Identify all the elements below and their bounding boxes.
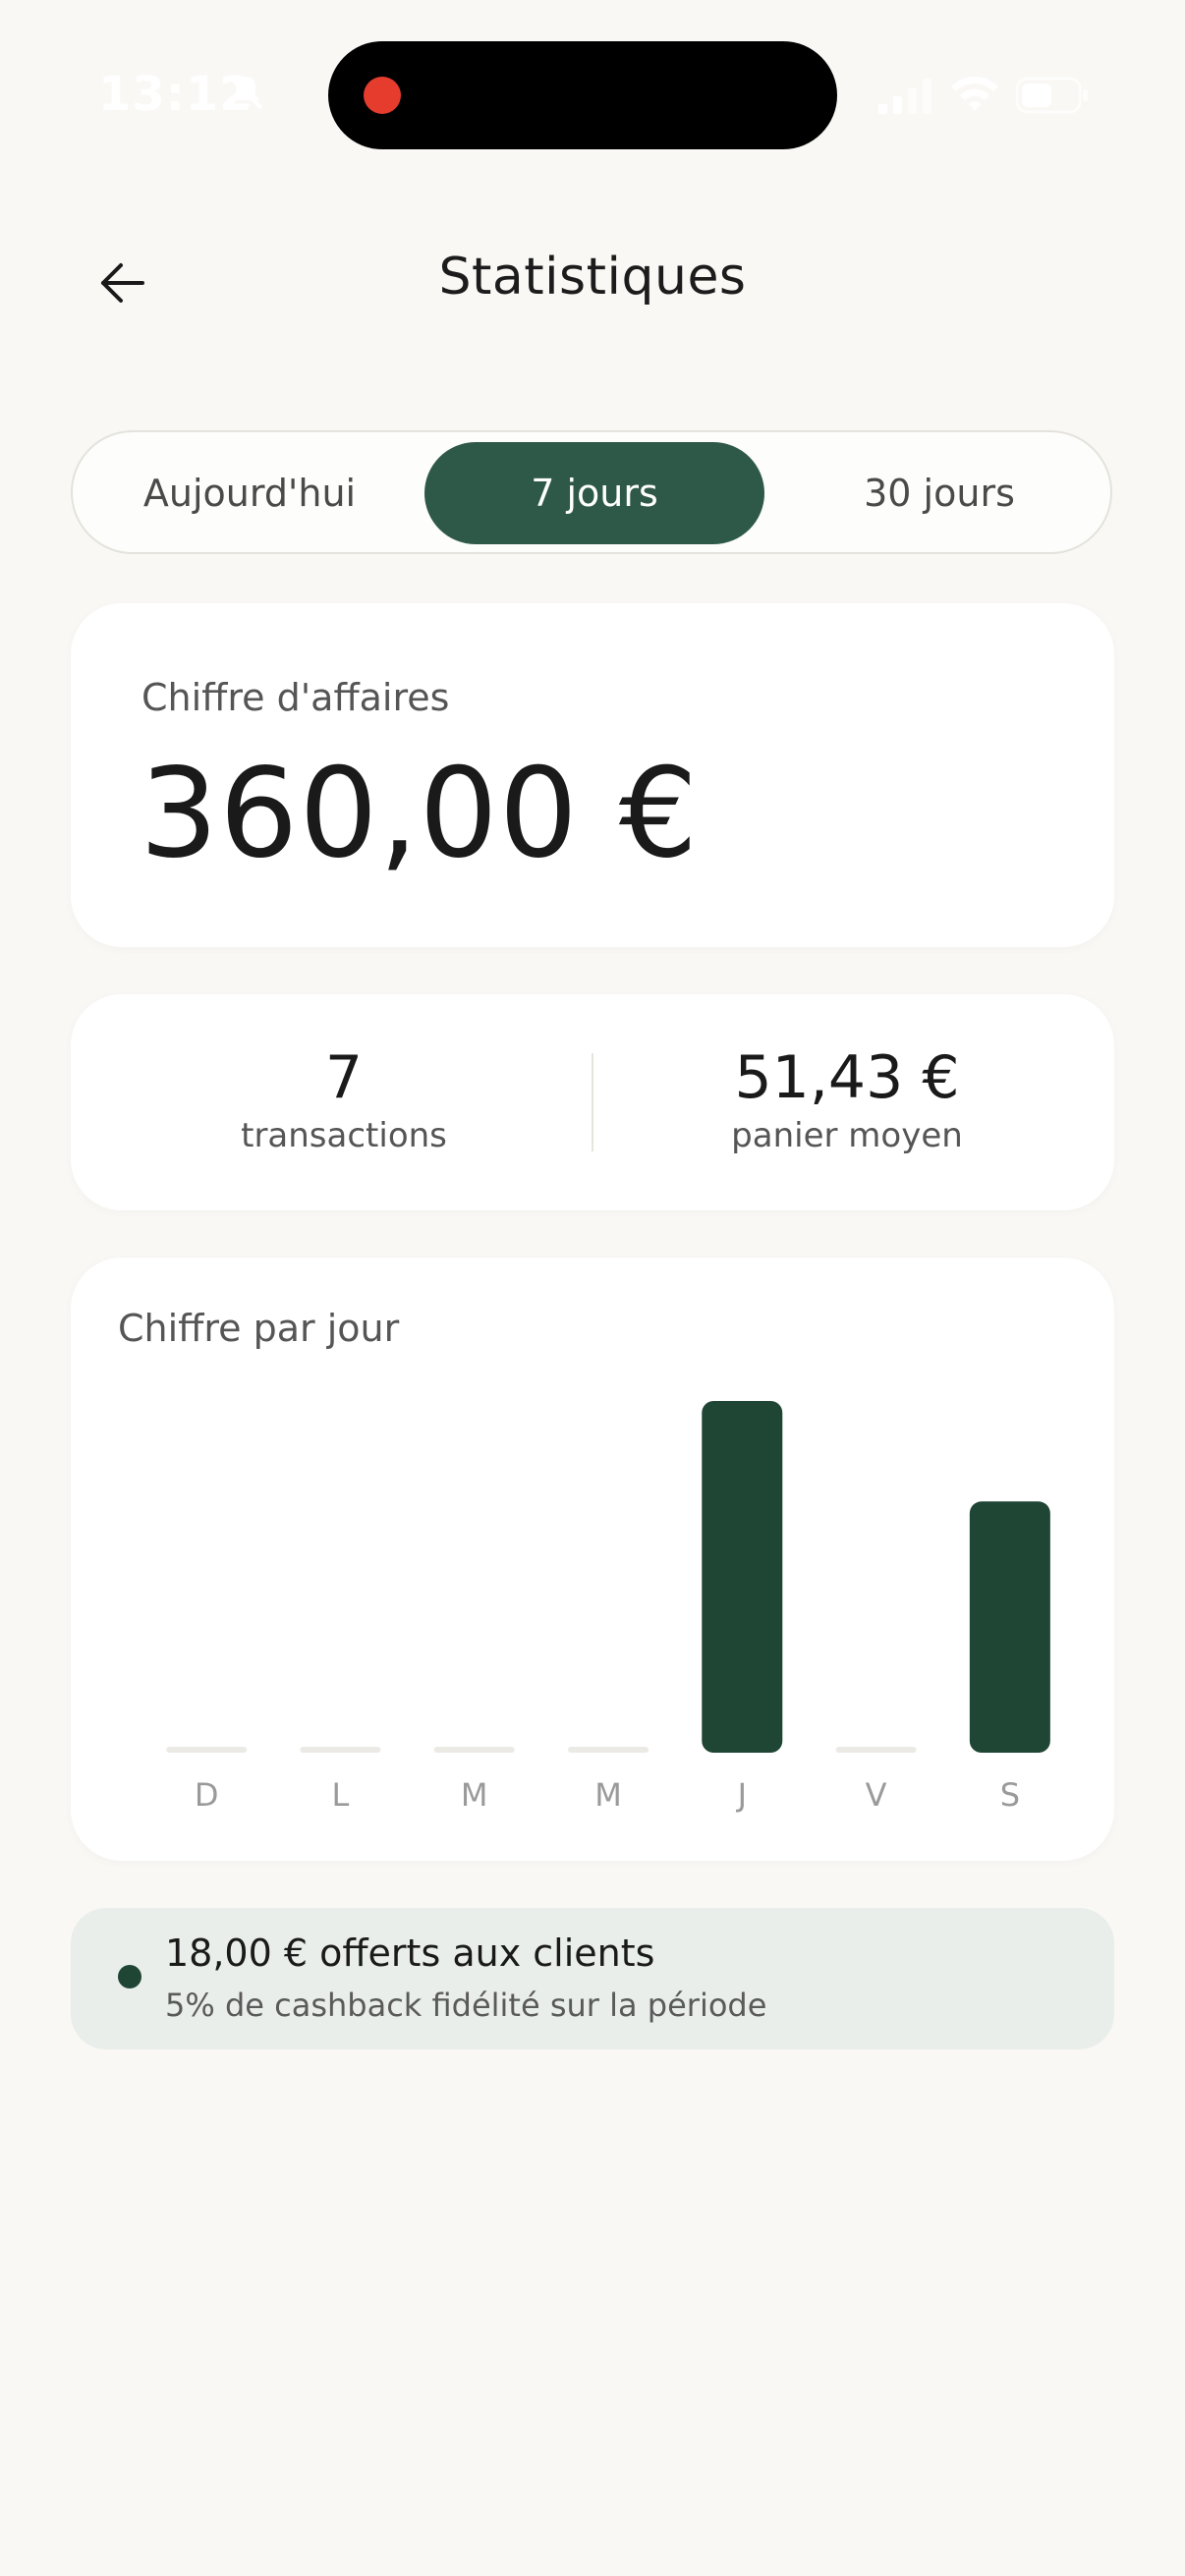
chart-tick-label-0: D bbox=[195, 1776, 219, 1814]
page-title: Statistiques bbox=[438, 248, 747, 307]
cashback-subtitle: 5% de cashback fidélité sur la période bbox=[165, 1987, 767, 2024]
stats-card: 7 transactions 51,43 € panier moyen bbox=[71, 994, 1114, 1210]
revenue-card: Chiffre d'affaires 360,00 € bbox=[71, 603, 1114, 947]
chart-tick-label-4: J bbox=[736, 1776, 747, 1814]
stats-divider bbox=[592, 1053, 593, 1151]
chart-tick-label-2: M bbox=[461, 1776, 488, 1814]
chart-bar-3 bbox=[568, 1747, 649, 1753]
statistics-screen: 13:12 Statistiques Aujourd'hui 7 jours 3… bbox=[0, 0, 1185, 2576]
cashback-title: 18,00 € offerts aux clients bbox=[165, 1932, 655, 1975]
recording-dot-icon bbox=[364, 77, 401, 114]
battery-icon bbox=[1016, 77, 1088, 114]
chart-bar-0 bbox=[166, 1747, 248, 1753]
average-basket-value: 51,43 € bbox=[734, 1043, 960, 1112]
chart-tick-label-1: L bbox=[332, 1776, 350, 1814]
chart-bar-2 bbox=[433, 1747, 515, 1753]
period-selector: Aujourd'hui 7 jours 30 jours bbox=[71, 430, 1112, 554]
status-bar: 13:12 bbox=[0, 0, 1185, 187]
chart-tick-label-5: V bbox=[866, 1776, 887, 1814]
mute-icon bbox=[228, 75, 263, 110]
chart-bar-6 bbox=[969, 1501, 1050, 1753]
cashback-dot-icon bbox=[118, 1965, 141, 1988]
signal-icon bbox=[878, 79, 931, 114]
period-option-7-days[interactable]: 7 jours bbox=[424, 442, 764, 544]
revenue-value: 360,00 € bbox=[140, 741, 700, 885]
dynamic-island bbox=[328, 41, 837, 149]
cashback-banner: 18,00 € offerts aux clients 5% de cashba… bbox=[71, 1908, 1114, 2049]
chart-tick-label-3: M bbox=[594, 1776, 622, 1814]
transactions-value: 7 bbox=[324, 1043, 364, 1112]
revenue-label: Chiffre d'affaires bbox=[141, 676, 450, 719]
daily-revenue-chart: DLMMJVS bbox=[166, 1401, 1050, 1814]
average-basket-label: panier moyen bbox=[731, 1116, 963, 1155]
chart-bar-4 bbox=[702, 1401, 783, 1753]
chart-bar-1 bbox=[300, 1747, 381, 1753]
chart-bar-5 bbox=[835, 1747, 917, 1753]
transactions-stat: 7 transactions bbox=[98, 1043, 590, 1155]
daily-revenue-chart-card: Chiffre par jour DLMMJVS bbox=[71, 1258, 1114, 1861]
period-option-today[interactable]: Aujourd'hui bbox=[83, 442, 417, 544]
average-basket-stat: 51,43 € panier moyen bbox=[601, 1043, 1093, 1155]
transactions-label: transactions bbox=[241, 1116, 447, 1155]
period-option-30-days[interactable]: 30 jours bbox=[772, 442, 1106, 544]
chart-tick-label-6: S bbox=[1000, 1776, 1020, 1814]
wifi-icon bbox=[951, 77, 998, 111]
